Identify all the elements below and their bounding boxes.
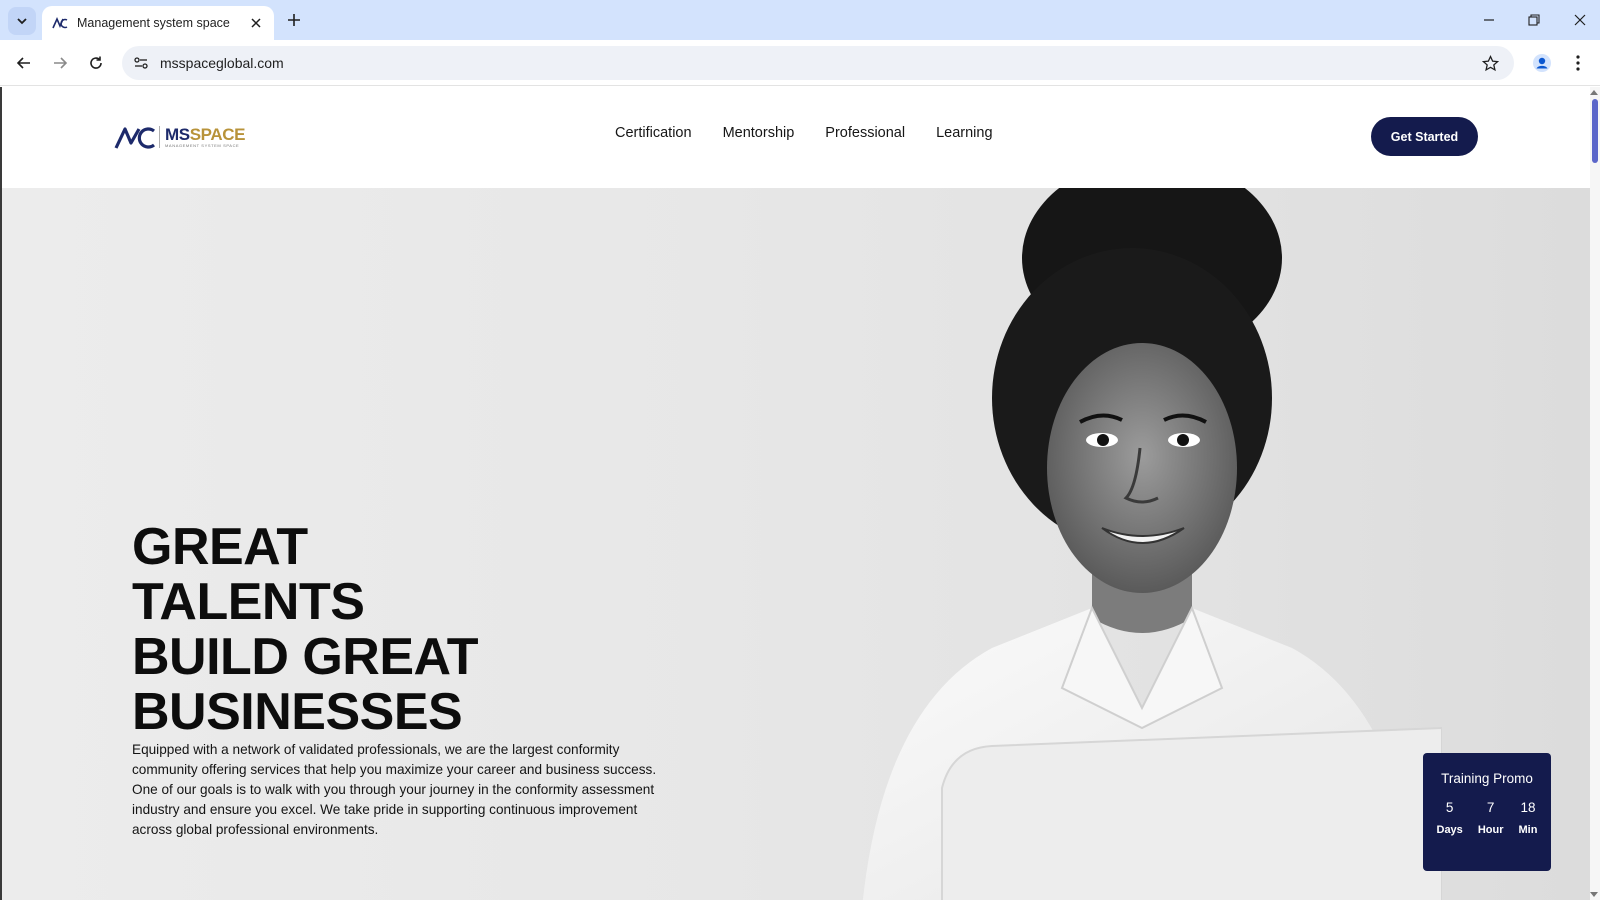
- tab-search-button[interactable]: [8, 7, 36, 35]
- url-text: msspaceglobal.com: [160, 55, 284, 71]
- logo-tagline: Management system space: [165, 143, 240, 148]
- close-tab-icon[interactable]: [248, 15, 264, 31]
- hero-title-line: BUILD GREAT: [132, 628, 478, 686]
- countdown-value: 7: [1486, 800, 1495, 815]
- countdown-value: 18: [1520, 800, 1536, 815]
- site-favicon-icon: [52, 17, 68, 29]
- promo-title: Training Promo: [1441, 771, 1533, 786]
- arrow-right-icon: [54, 57, 68, 69]
- hero-title-line: TALENTS: [132, 573, 365, 631]
- hero-description: Equipped with a network of validated pro…: [132, 742, 657, 837]
- forward-button[interactable]: [46, 49, 74, 77]
- logo-wordmark: MSSPACE Management system space: [165, 126, 245, 148]
- countdown-hours: 7 Hour: [1478, 799, 1504, 837]
- countdown-minutes: 18 Min: [1519, 799, 1538, 837]
- plus-icon: [288, 14, 300, 26]
- main-nav: Certification Mentorship Professional Le…: [615, 125, 993, 141]
- tab-title: Management system space: [77, 16, 230, 30]
- training-promo-card[interactable]: Training Promo 5 Days 7 Hour 18 Min: [1423, 753, 1551, 871]
- logo-ms: MS: [165, 125, 190, 144]
- profile-button[interactable]: [1528, 49, 1556, 77]
- countdown-label: Days: [1436, 824, 1463, 836]
- scrollbar-thumb[interactable]: [1592, 99, 1598, 163]
- browser-toolbar: msspaceglobal.com: [0, 40, 1600, 86]
- hero-title: GREAT TALENTS BUILD GREAT BUSINESSES: [132, 520, 552, 740]
- address-bar[interactable]: msspaceglobal.com: [122, 46, 1514, 80]
- countdown-value: 5: [1445, 800, 1454, 815]
- hero-title-line: GREAT: [132, 518, 308, 576]
- restore-button[interactable]: [1522, 8, 1546, 32]
- logo-space: SPACE: [189, 125, 246, 144]
- promo-countdown: 5 Days 7 Hour 18 Min: [1423, 799, 1551, 837]
- close-window-button[interactable]: [1568, 8, 1592, 32]
- hero-portrait-image: [862, 158, 1442, 900]
- browser-tabstrip: Management system space: [0, 0, 1600, 40]
- logo-divider: [159, 126, 160, 148]
- nav-mentorship[interactable]: Mentorship: [723, 125, 795, 141]
- bookmark-star-icon[interactable]: [1480, 53, 1500, 73]
- msspace-logo-mark-icon: [114, 127, 156, 149]
- site-header: MSSPACE Management system space Certific…: [2, 87, 1590, 188]
- countdown-days: 5 Days: [1437, 799, 1463, 837]
- scroll-down-icon[interactable]: [1590, 892, 1598, 898]
- scroll-up-icon[interactable]: [1590, 89, 1598, 95]
- profile-avatar-icon: [1533, 54, 1551, 72]
- more-vertical-icon: [1576, 55, 1580, 71]
- reload-button[interactable]: [82, 49, 110, 77]
- hero-title-line: BUSINESSES: [132, 683, 463, 741]
- browser-tab-active[interactable]: Management system space: [42, 6, 274, 40]
- restore-icon: [1528, 14, 1540, 26]
- minimize-button[interactable]: [1477, 8, 1501, 32]
- nav-learning[interactable]: Learning: [936, 125, 992, 141]
- get-started-button[interactable]: Get Started: [1371, 117, 1478, 156]
- reload-icon: [90, 56, 102, 69]
- browser-menu-button[interactable]: [1566, 49, 1590, 77]
- new-tab-button[interactable]: [282, 8, 306, 32]
- countdown-label: Hour: [1477, 824, 1504, 836]
- page-viewport: MSSPACE Management system space Certific…: [0, 87, 1600, 900]
- nav-certification[interactable]: Certification: [615, 125, 692, 141]
- nav-professional[interactable]: Professional: [825, 125, 905, 141]
- hero-section: GREAT TALENTS BUILD GREAT BUSINESSES Equ…: [2, 158, 1590, 900]
- minimize-icon: [1484, 19, 1494, 21]
- site-info-icon[interactable]: [126, 48, 156, 78]
- back-button[interactable]: [10, 49, 38, 77]
- chevron-down-icon: [17, 18, 27, 25]
- close-icon: [1574, 14, 1586, 26]
- logo-word: MSSPACE: [165, 126, 245, 143]
- site-logo[interactable]: MSSPACE Management system space: [114, 124, 245, 150]
- arrow-left-icon: [16, 57, 30, 69]
- countdown-label: Min: [1518, 824, 1538, 836]
